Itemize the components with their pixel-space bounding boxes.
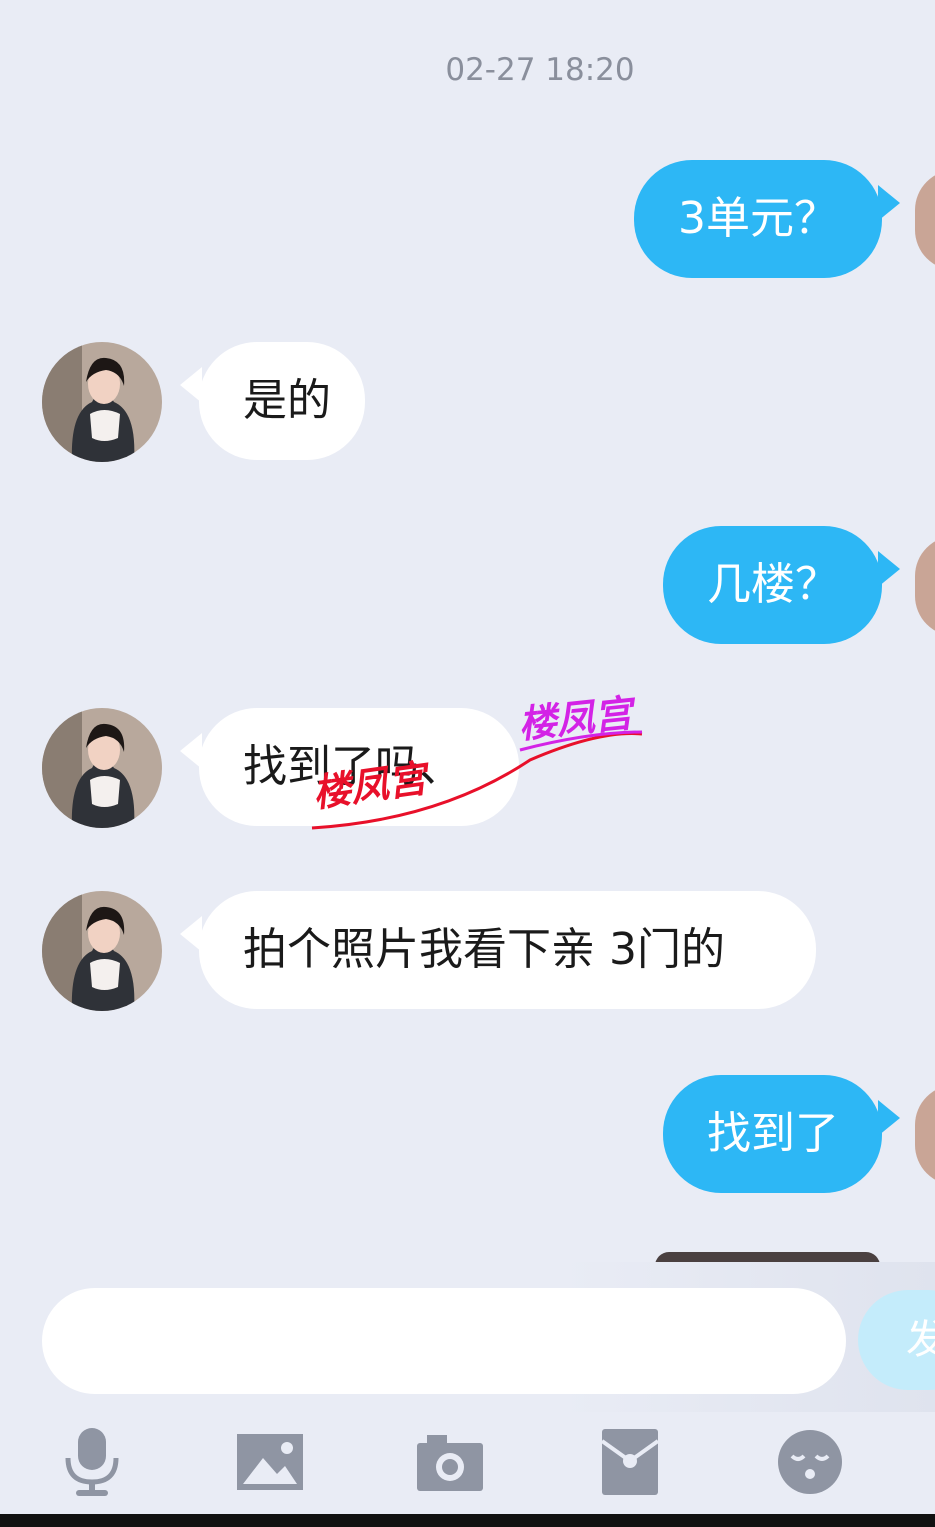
contact-avatar[interactable] xyxy=(42,342,162,462)
message-bubble-sent[interactable]: 几楼？ xyxy=(663,526,882,644)
bubble-tail xyxy=(878,185,900,221)
message-timestamp: 02-27 18:20 xyxy=(445,52,635,88)
my-avatar[interactable] xyxy=(915,170,935,270)
message-bubble-received[interactable]: 拍个照片我看下亲 3门的 xyxy=(199,891,816,1009)
message-bubble-sent[interactable]: 3单元？ xyxy=(634,160,882,278)
red-packet-icon[interactable] xyxy=(590,1422,670,1502)
image-icon[interactable] xyxy=(230,1422,310,1502)
toolbar xyxy=(0,1412,935,1514)
camera-icon[interactable] xyxy=(410,1422,490,1502)
image-message-preview[interactable] xyxy=(655,1252,880,1262)
contact-avatar[interactable] xyxy=(42,708,162,828)
contact-avatar[interactable] xyxy=(42,891,162,1011)
send-button[interactable]: 发 xyxy=(858,1290,935,1390)
message-text: 找到了 xyxy=(707,1108,839,1159)
message-text: 是的 xyxy=(243,375,331,426)
system-nav-bar xyxy=(0,1514,935,1527)
message-bubble-received[interactable]: 是的 xyxy=(199,342,365,460)
my-avatar[interactable] xyxy=(915,536,935,636)
message-bubble-sent[interactable]: 找到了 xyxy=(663,1075,882,1193)
message-text: 3单元？ xyxy=(678,193,838,244)
contact-avatar-image xyxy=(42,891,162,1011)
emoji-icon[interactable] xyxy=(770,1422,850,1502)
message-input[interactable] xyxy=(42,1288,846,1394)
message-text: 拍个照片我看下亲 3门的 xyxy=(243,924,725,975)
bubble-tail xyxy=(878,1100,900,1136)
my-avatar[interactable] xyxy=(915,1085,935,1185)
bubble-tail xyxy=(878,551,900,587)
chat-area[interactable]: 02-27 18:20 3单元？ 是的 几楼？ 找到了吗、 拍个照片我看下亲 3… xyxy=(0,0,935,1262)
contact-avatar-image xyxy=(42,708,162,828)
input-bar: 发 xyxy=(0,1262,935,1412)
message-text: 几楼？ xyxy=(707,559,839,610)
contact-avatar-image xyxy=(42,342,162,462)
microphone-icon[interactable] xyxy=(52,1422,132,1502)
